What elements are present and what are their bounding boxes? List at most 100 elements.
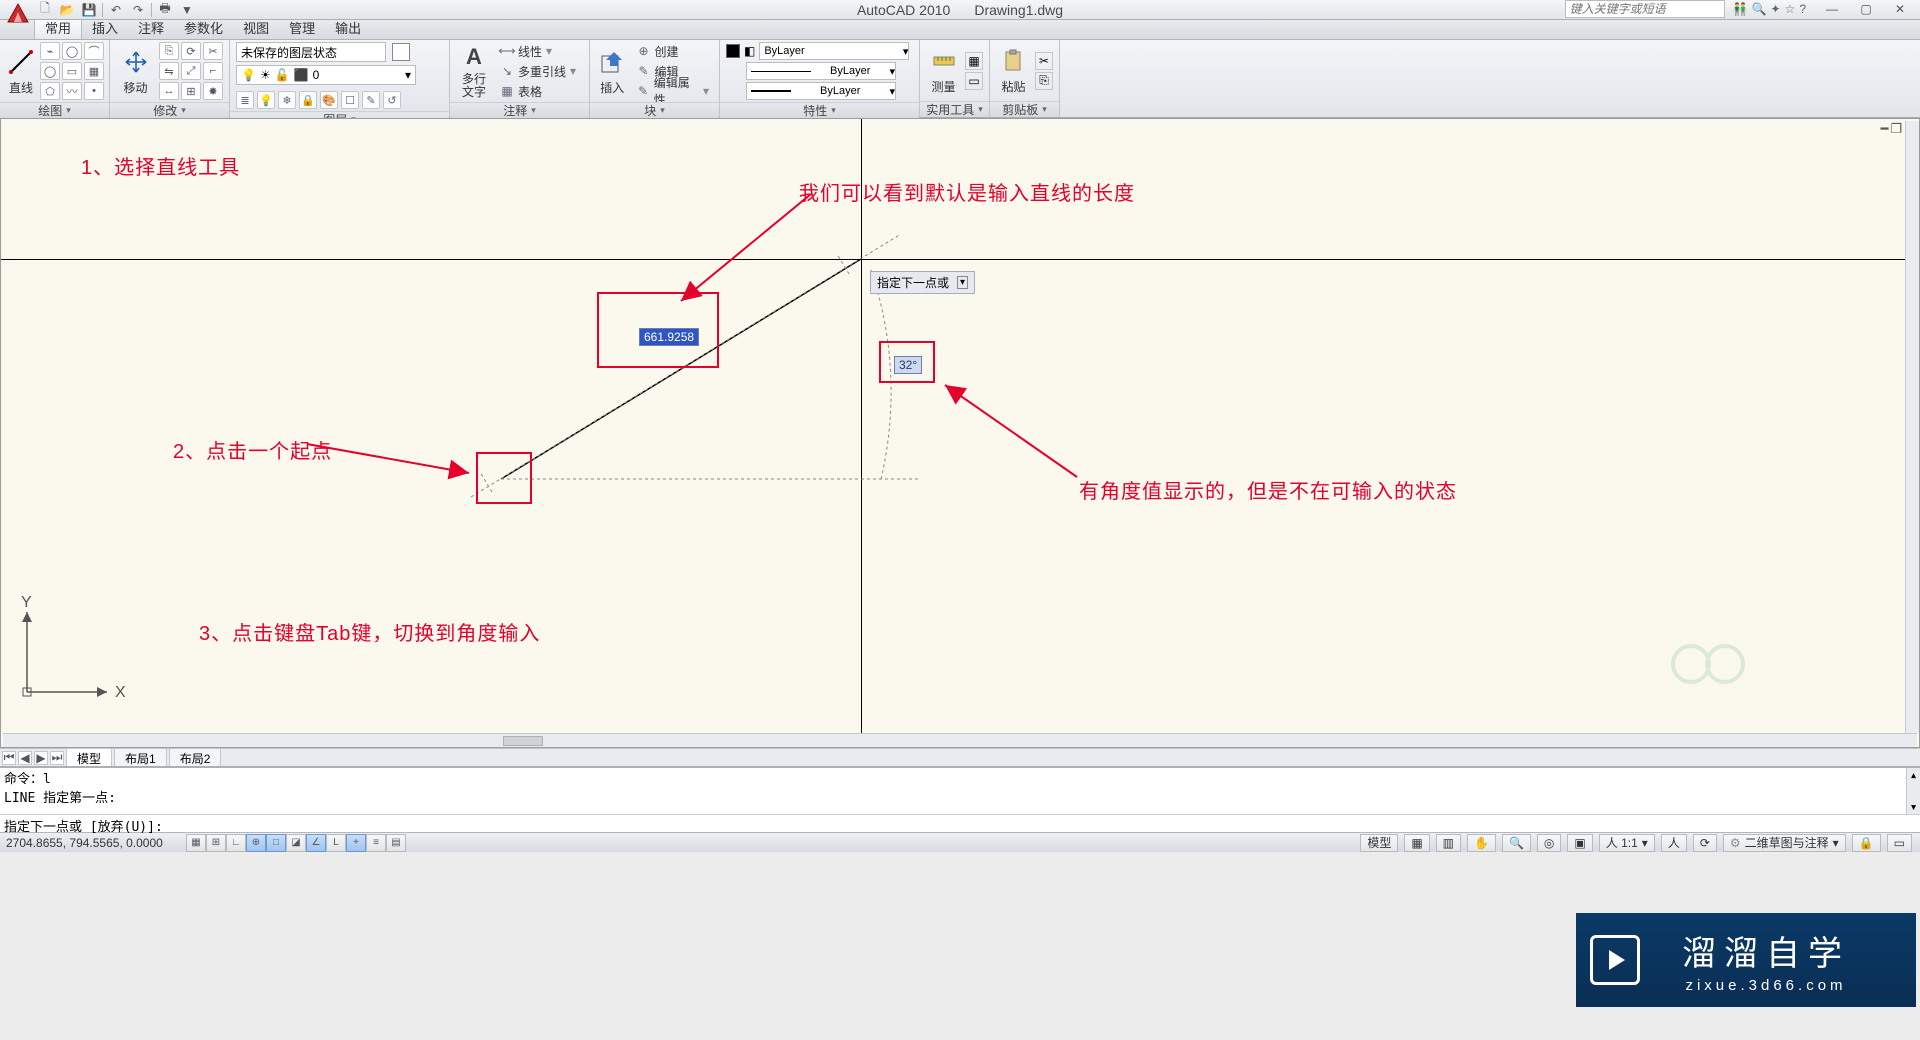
- window-minimize-icon[interactable]: —: [1816, 0, 1848, 18]
- toggle-qp-icon[interactable]: ▤: [386, 834, 406, 852]
- toggle-otrack-icon[interactable]: ∠: [306, 834, 326, 852]
- layer-state-input[interactable]: [236, 42, 386, 62]
- dynamic-length-input[interactable]: 661.9258: [639, 328, 699, 346]
- cmd-scrollbar[interactable]: ▴▾: [1906, 768, 1920, 814]
- doc-minimize-icon[interactable]: ━: [1881, 121, 1889, 137]
- cleanscreen-icon[interactable]: ▭: [1887, 834, 1912, 852]
- select-icon[interactable]: ▭: [965, 72, 983, 90]
- panel-clip-title[interactable]: 剪贴板: [990, 101, 1059, 117]
- lock-ui-icon[interactable]: 🔒: [1852, 834, 1881, 852]
- layer-0-swatch[interactable]: [392, 43, 410, 61]
- toggle-lwt-icon[interactable]: ≡: [366, 834, 386, 852]
- ellipse-icon[interactable]: ◯: [40, 62, 60, 80]
- calc-icon[interactable]: ▦: [965, 52, 983, 70]
- mtext-button[interactable]: A 多行 文字: [456, 43, 492, 99]
- pan-icon[interactable]: ✋: [1467, 834, 1496, 852]
- scale-icon[interactable]: ⤢: [181, 62, 201, 80]
- favorite-icon[interactable]: ☆: [1785, 2, 1796, 16]
- dim-linear-button[interactable]: ⟷线性 ▾: [496, 42, 580, 60]
- print-icon[interactable]: 🖶: [156, 2, 174, 18]
- fillet-icon[interactable]: ⌐: [203, 62, 223, 80]
- doc-restore-icon[interactable]: ❐: [1890, 121, 1902, 137]
- toggle-polar-icon[interactable]: ⊕: [246, 834, 266, 852]
- search-icon[interactable]: 🔍: [1752, 2, 1767, 16]
- stretch-icon[interactable]: ↔: [159, 82, 179, 100]
- undo-icon[interactable]: ↶: [107, 2, 125, 18]
- hatch-icon[interactable]: ▦: [84, 62, 104, 80]
- new-icon[interactable]: 🗋: [36, 2, 54, 18]
- layer-props-icon[interactable]: ≣: [236, 91, 254, 109]
- drawing-canvas[interactable]: ━ ❐ ⊠ 1、选择直线工具 2、点击一个起点 3、点击键盘Tab键，切换到角度…: [0, 118, 1920, 748]
- arc-icon[interactable]: ⌒: [84, 42, 104, 60]
- trim-icon[interactable]: ✂: [203, 42, 223, 60]
- measure-button[interactable]: 测量: [926, 43, 961, 99]
- save-icon[interactable]: 💾: [80, 2, 98, 18]
- toggle-3dosnap-icon[interactable]: ◪: [286, 834, 306, 852]
- layer-prev-icon[interactable]: ↺: [383, 91, 401, 109]
- annoauto-icon[interactable]: ⟳: [1693, 834, 1717, 852]
- spline-icon[interactable]: 〰: [62, 82, 82, 100]
- toggle-ortho-icon[interactable]: ∟: [226, 834, 246, 852]
- toggle-grid-icon[interactable]: ⊞: [206, 834, 226, 852]
- array-icon[interactable]: ⊞: [181, 82, 201, 100]
- modelspace-button[interactable]: 模型: [1360, 834, 1398, 852]
- circle-icon[interactable]: ◯: [62, 42, 82, 60]
- paste-button[interactable]: 粘贴: [996, 43, 1031, 99]
- mirror-icon[interactable]: ⇋: [159, 62, 179, 80]
- tab-next-icon[interactable]: ▶: [34, 751, 48, 765]
- rotate-icon[interactable]: ⟳: [181, 42, 201, 60]
- qat-dropdown-icon[interactable]: ▼: [178, 2, 196, 18]
- redo-icon[interactable]: ↷: [129, 2, 147, 18]
- panel-prop-title[interactable]: 特性: [720, 102, 919, 118]
- annovis-icon[interactable]: 人: [1661, 834, 1687, 852]
- mleader-button[interactable]: ↘多重引线 ▾: [496, 62, 580, 80]
- tab-prev-icon[interactable]: ◀: [18, 751, 32, 765]
- tab-layout1[interactable]: 布局1: [114, 748, 167, 768]
- showmotion-icon[interactable]: ▣: [1567, 834, 1592, 852]
- window-maximize-icon[interactable]: ▢: [1850, 0, 1882, 18]
- toggle-osnap-icon[interactable]: □: [266, 834, 286, 852]
- help-icon[interactable]: ?: [1799, 2, 1806, 16]
- lineweight-dropdown[interactable]: ByLayer▾: [726, 82, 896, 100]
- insert-block-button[interactable]: 插入: [596, 43, 629, 99]
- toggle-snap-icon[interactable]: ▦: [186, 834, 206, 852]
- create-block-button[interactable]: ⊕创建: [633, 42, 713, 60]
- rect-icon[interactable]: ▭: [62, 62, 82, 80]
- cut-icon[interactable]: ✂: [1035, 52, 1053, 70]
- toggle-ducs-icon[interactable]: L: [326, 834, 346, 852]
- layer-match-icon[interactable]: ✎: [362, 91, 380, 109]
- point-icon[interactable]: •: [84, 82, 104, 100]
- annoscale-button[interactable]: 人 1:1▾: [1599, 834, 1655, 852]
- workspace-button[interactable]: ⚙二维草图与注释▾: [1723, 834, 1846, 852]
- layer-off-icon[interactable]: 💡: [257, 91, 275, 109]
- layer-freeze-icon[interactable]: ❄: [278, 91, 296, 109]
- layer-lock-icon[interactable]: 🔒: [299, 91, 317, 109]
- panel-util-title[interactable]: 实用工具: [920, 101, 989, 117]
- hscrollbar[interactable]: [3, 733, 1917, 747]
- infocenter-icon[interactable]: 👬: [1733, 2, 1748, 16]
- layout-quick-icon[interactable]: ▦: [1404, 834, 1429, 852]
- toggle-dyn-icon[interactable]: +: [346, 834, 366, 852]
- layer-iso-icon[interactable]: ☐: [341, 91, 359, 109]
- panel-block-title[interactable]: 块: [590, 102, 719, 118]
- tab-model[interactable]: 模型: [66, 748, 112, 768]
- linetype-dropdown[interactable]: ByLayer▾: [726, 62, 896, 80]
- vscrollbar[interactable]: [1905, 121, 1919, 733]
- copy-icon[interactable]: ⎘: [159, 42, 179, 60]
- tab-last-icon[interactable]: ⏭: [50, 751, 64, 765]
- steering-icon[interactable]: ◎: [1537, 834, 1561, 852]
- command-window[interactable]: 命令：l LINE 指定第一点: ▴▾: [0, 766, 1920, 814]
- table-button[interactable]: ▦表格: [496, 82, 580, 100]
- move-button[interactable]: 移动: [116, 43, 155, 99]
- panel-modify-title[interactable]: 修改: [110, 102, 229, 118]
- open-icon[interactable]: 📂: [58, 2, 76, 18]
- edit-attr-button[interactable]: ✎编辑属性 ▾: [633, 82, 713, 100]
- layer-color-icon[interactable]: 🎨: [320, 91, 338, 109]
- prompt-dropdown-icon[interactable]: ▾: [957, 276, 968, 289]
- pline-icon[interactable]: ⌁: [40, 42, 60, 60]
- command-input[interactable]: 指定下一点或 [放弃(U)]:: [0, 814, 1920, 832]
- panel-draw-title[interactable]: 绘图: [0, 102, 109, 118]
- tab-first-icon[interactable]: ⏮: [2, 751, 16, 765]
- layer-dropdown[interactable]: 💡☀🔓⬛ 0 ▾: [236, 65, 416, 85]
- search-input[interactable]: [1565, 0, 1725, 18]
